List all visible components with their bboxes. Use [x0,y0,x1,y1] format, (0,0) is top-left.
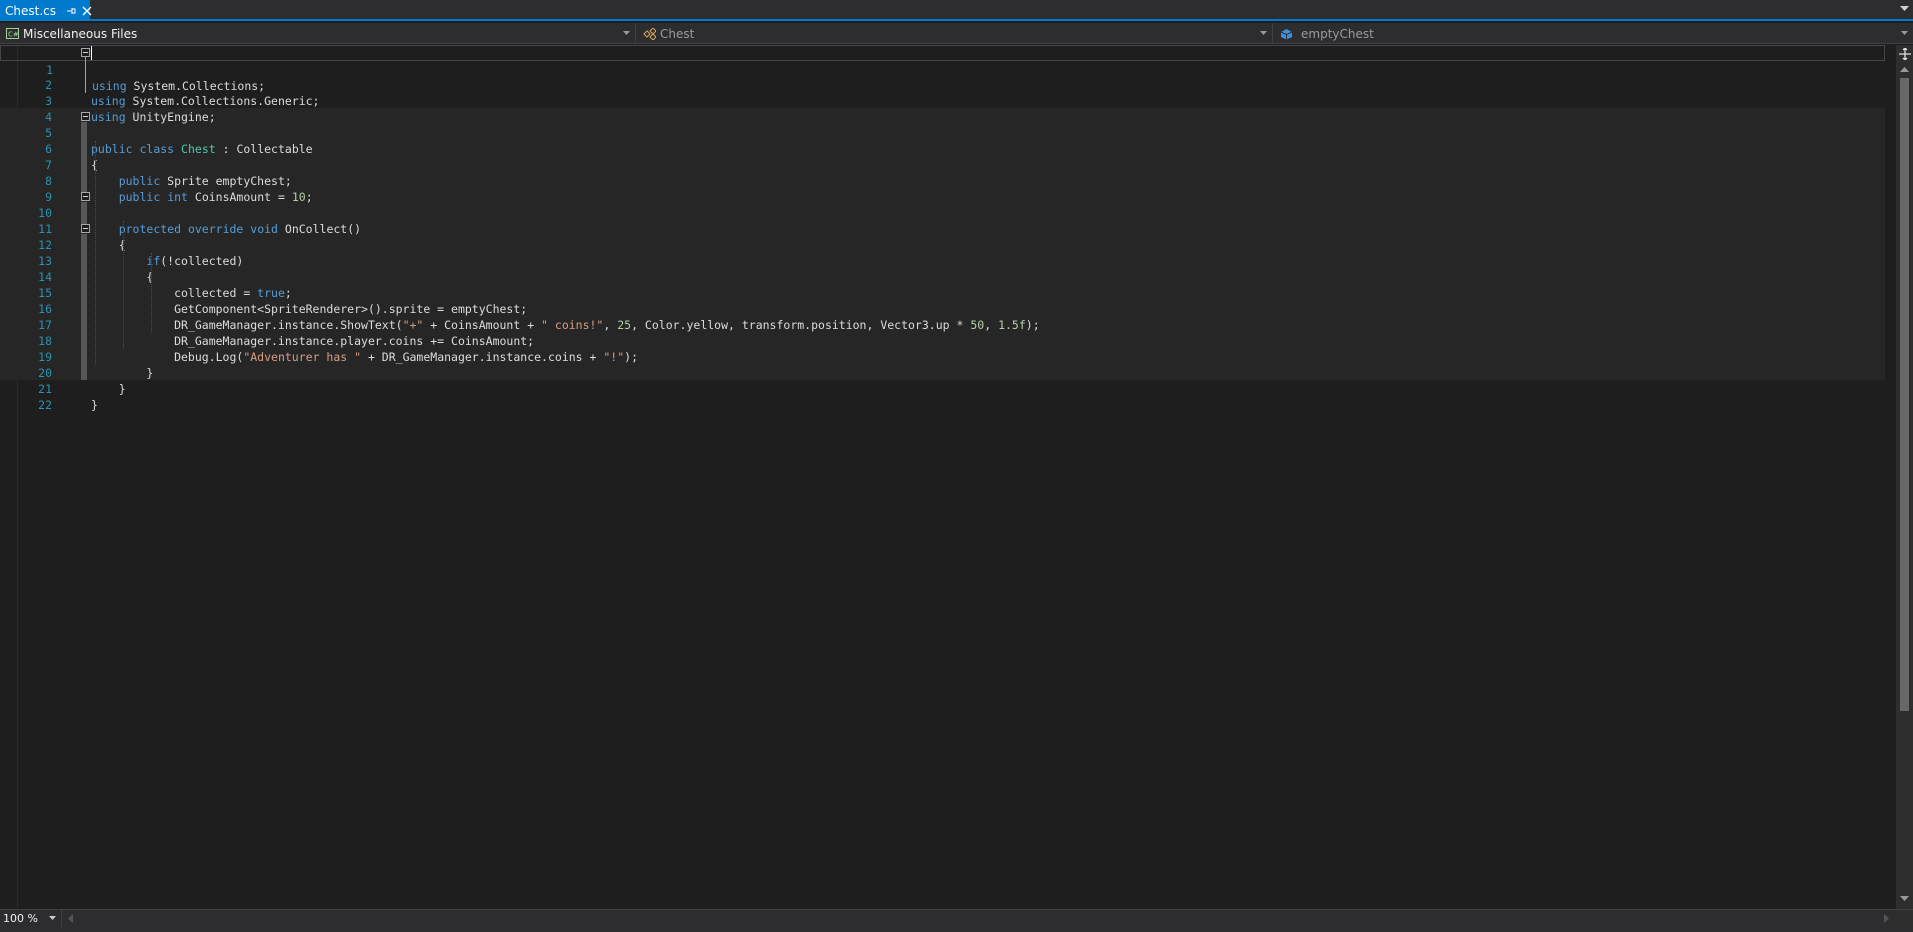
code-line[interactable]: 21 } [0,365,1885,412]
code-line[interactable]: 11 { [0,205,1885,252]
indent-guide [95,141,96,365]
window-bottom-edge [0,927,1913,932]
collapse-icon[interactable] [81,48,90,57]
code-line[interactable]: 15 GetComponent<SpriteRenderer>().sprite… [0,269,1885,316]
outline-line [85,57,86,93]
member-name: emptyChest [1301,26,1374,41]
code-line[interactable]: 12 if(!collected) [0,221,1885,268]
change-bar [81,202,87,224]
collapse-icon[interactable] [81,192,90,201]
project-dropdown[interactable]: C# Miscellaneous Files [0,23,636,44]
chevron-down-icon [1899,27,1909,39]
code-line[interactable]: 2 using System.Collections.Generic; [0,61,1885,108]
text-caret [91,46,92,60]
tab-overflow-icon[interactable] [1897,2,1911,16]
code-line[interactable]: 10 protected override void OnCollect() [0,189,1885,236]
indent-guide [151,253,152,333]
code-line[interactable]: 14 collected = true; [0,253,1885,300]
code-line[interactable]: 6 { [0,125,1885,172]
svg-text:C#: C# [8,31,19,39]
vertical-scrollbar[interactable] [1896,45,1913,909]
change-bar [81,234,87,380]
change-bar [81,122,87,192]
scroll-up-icon[interactable] [1899,64,1910,74]
code-line[interactable]: 9 [0,173,1885,204]
tab-chest-cs[interactable]: Chest.cs [0,0,92,21]
pin-icon[interactable] [66,5,76,17]
code-editor[interactable]: 1 using System.Collections; 2 using Syst… [0,45,1913,909]
field-icon [1279,27,1293,41]
code-region[interactable]: 1 using System.Collections; 2 using Syst… [0,45,1885,412]
scrollbar-thumb[interactable] [1900,78,1909,711]
code-line[interactable]: 3 using UnityEngine; [0,77,1885,124]
code-line[interactable]: 22 [0,381,1885,412]
code-line[interactable]: 20 } [0,349,1885,396]
zoom-level: 100 % [3,912,38,925]
code-line[interactable]: 16 DR_GameManager.instance.ShowText("+" … [0,285,1885,332]
code-text: } [91,398,98,412]
code-line[interactable]: 4 [0,93,1885,124]
indent-guide [123,221,124,349]
member-dropdown[interactable]: emptyChest [1274,23,1913,44]
editor-bottom-bar: 100 % [0,909,1913,927]
code-line[interactable]: 13 { [0,237,1885,284]
scroll-right-icon[interactable] [1882,913,1890,923]
zoom-dropdown[interactable]: 100 % [0,910,62,927]
split-icon[interactable] [1898,47,1911,60]
close-icon[interactable] [82,4,92,18]
csharp-project-icon: C# [5,27,19,41]
scroll-left-icon[interactable] [66,913,74,923]
scroll-down-icon[interactable] [1899,893,1910,903]
code-line[interactable]: 18 Debug.Log("Adventurer has " + DR_Game… [0,317,1885,364]
line-number: 22 [38,398,52,412]
document-tab-strip: Chest.cs [0,0,1913,21]
horizontal-scrollbar[interactable] [64,910,1896,927]
code-line[interactable]: 7 public Sprite emptyChest; [0,141,1885,188]
project-name: Miscellaneous Files [23,26,138,41]
chevron-down-icon [1258,27,1268,39]
code-line[interactable]: 19 } [0,333,1885,380]
code-line[interactable]: 5 public class Chest : Collectable [0,109,1885,156]
type-name: Chest [660,26,695,41]
type-dropdown[interactable]: Chest [637,23,1273,44]
code-line[interactable]: 1 using System.Collections; [0,45,1885,93]
collapse-icon[interactable] [81,112,90,121]
navigation-bar: C# Miscellaneous Files Chest emptyChest [0,23,1913,44]
code-line[interactable]: 17 DR_GameManager.instance.player.coins … [0,301,1885,348]
tab-title: Chest.cs [5,3,56,18]
chevron-down-icon [621,27,631,39]
class-icon [642,27,656,41]
scrollbar-corner [1896,910,1913,927]
collapse-icon[interactable] [81,224,90,233]
chevron-down-icon [49,913,57,923]
code-line[interactable]: 8 public int CoinsAmount = 10; [0,157,1885,204]
